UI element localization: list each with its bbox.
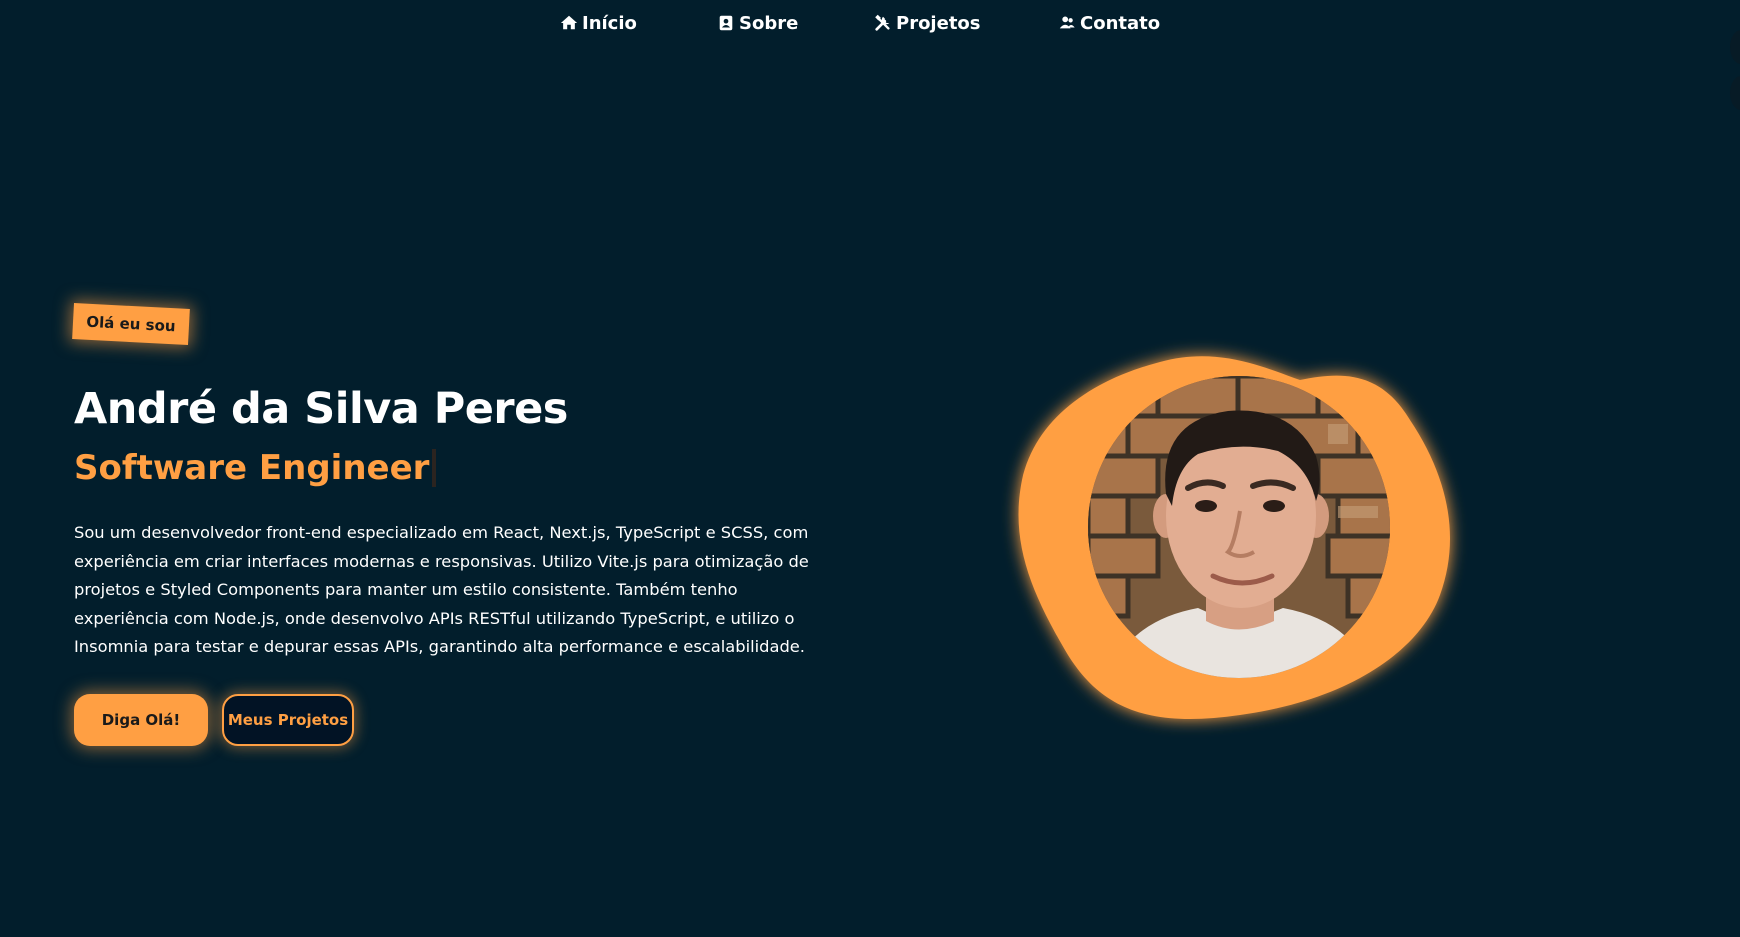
profile-photo: [1088, 376, 1390, 678]
top-navigation: Início Sobre Projetos Contato: [0, 0, 1740, 46]
nav-item-sobre[interactable]: Sobre: [717, 10, 798, 36]
users-icon: [1058, 14, 1076, 32]
page-title: André da Silva Peres: [74, 384, 568, 434]
nav-item-label: Início: [582, 12, 637, 34]
nav-item-label: Contato: [1080, 12, 1161, 34]
my-projects-button[interactable]: Meus Projetos: [222, 694, 354, 746]
typing-caret: [432, 449, 437, 487]
job-title: Software Engineer: [74, 445, 437, 491]
home-icon: [560, 14, 578, 32]
nav-item-label: Sobre: [739, 12, 799, 34]
edge-control-dot[interactable]: [1730, 76, 1740, 110]
nav-item-label: Projetos: [896, 12, 981, 34]
nav-item-projetos[interactable]: Projetos: [874, 10, 981, 36]
greeting-badge: Olá eu sou: [72, 302, 190, 346]
nav-item-contato[interactable]: Contato: [1058, 10, 1160, 36]
job-title-text: Software Engineer: [74, 448, 430, 488]
id-card-icon: [717, 14, 735, 32]
bio-paragraph: Sou um desenvolvedor front-end especiali…: [74, 523, 809, 657]
nav-item-inicio[interactable]: Início: [560, 10, 637, 36]
tools-icon: [874, 14, 892, 32]
say-hello-button[interactable]: Diga Olá!: [74, 694, 208, 746]
